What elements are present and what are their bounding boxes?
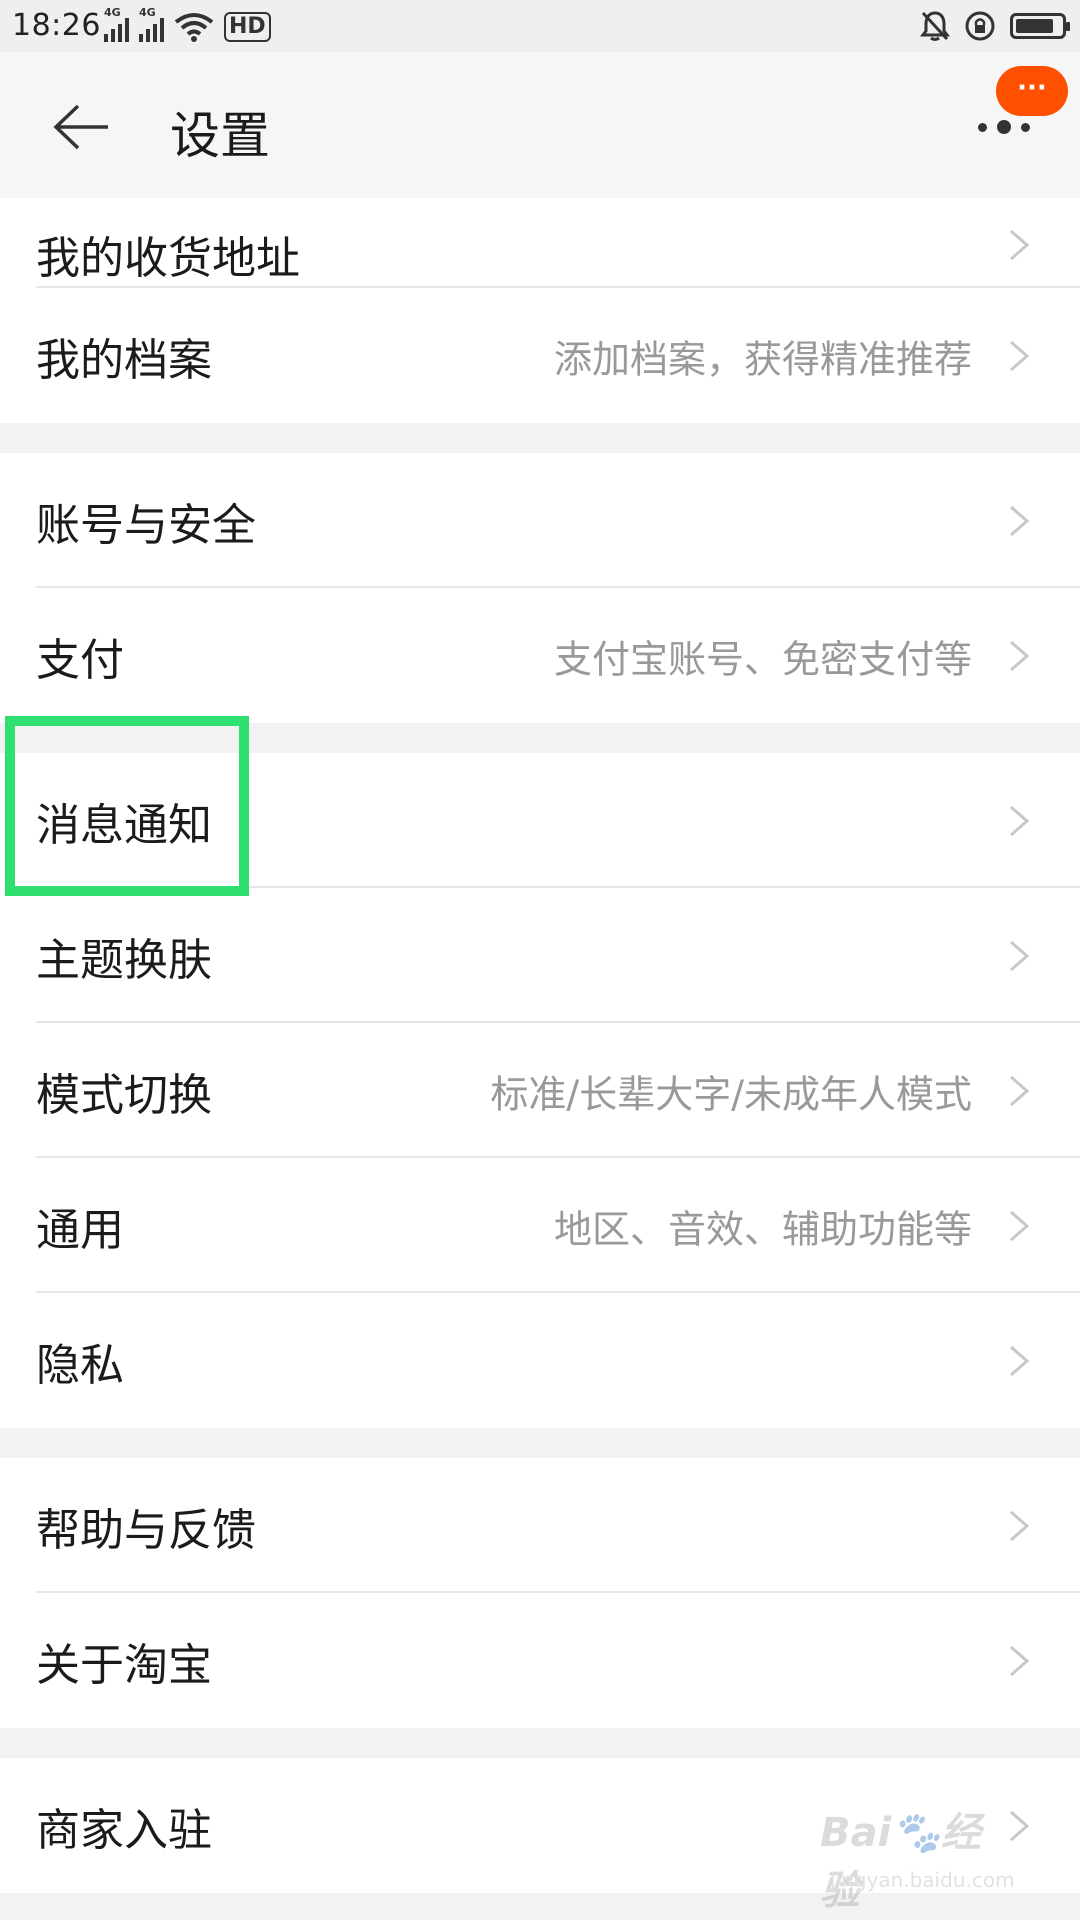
group-separator: [0, 423, 1080, 453]
settings-group: 帮助与反馈 关于淘宝: [0, 1458, 1080, 1728]
settings-row-label: 商家入驻: [36, 1804, 212, 1856]
settings-row[interactable]: 主题换肤: [0, 888, 1080, 1023]
settings-row[interactable]: 我的收货地址: [0, 198, 1080, 288]
settings-row[interactable]: 我的档案 添加档案，获得精准推荐: [0, 288, 1080, 423]
settings-row-label: 支付: [36, 634, 124, 686]
settings-row[interactable]: 关于淘宝: [0, 1593, 1080, 1728]
settings-group: 账号与安全支付 支付宝账号、免密支付等: [0, 453, 1080, 723]
hd-icon: HD: [224, 12, 271, 42]
settings-row[interactable]: 消息通知: [0, 753, 1080, 888]
settings-row[interactable]: 隐私: [0, 1293, 1080, 1428]
header-bar: 设置: [0, 52, 1080, 198]
network-type-label-2: 4G: [139, 6, 156, 19]
chevron-right-icon: [1008, 1644, 1030, 1678]
watermark-logo: Bai🐾经验 jingyan.baidu.com: [820, 1800, 1020, 1914]
network-type-label: 4G: [104, 6, 121, 19]
watermark-url: jingyan.baidu.com: [830, 1868, 1015, 1892]
settings-list: 我的收货地址 我的档案 添加档案，获得精准推荐账号与安全支付 支付宝账号、免密支付等消…: [0, 198, 1080, 1893]
chevron-right-icon: [1008, 1344, 1030, 1378]
settings-row-label: 账号与安全: [36, 499, 256, 551]
settings-row-description: 标准/长辈大字/未成年人模式: [490, 1072, 972, 1116]
settings-group: 我的收货地址 我的档案 添加档案，获得精准推荐: [0, 198, 1080, 423]
settings-row-label: 模式切换: [36, 1069, 212, 1121]
status-left-icons: 4G 4G HD: [104, 6, 271, 42]
settings-row-label: 我的收货地址: [36, 233, 300, 284]
battery-icon: [1010, 13, 1070, 39]
battery-level: [1016, 19, 1053, 33]
settings-row-label: 隐私: [36, 1339, 124, 1391]
settings-group: 消息通知主题换肤模式切换 标准/长辈大字/未成年人模式通用 地区、音效、辅助功能等隐…: [0, 753, 1080, 1428]
back-arrow-icon[interactable]: [52, 102, 112, 152]
settings-row-label: 消息通知: [36, 799, 212, 851]
signal-icon-2: 4G: [139, 6, 164, 42]
settings-row-label: 帮助与反馈: [36, 1504, 256, 1556]
settings-row[interactable]: 通用 地区、音效、辅助功能等: [0, 1158, 1080, 1293]
settings-row-description: 添加档案，获得精准推荐: [553, 337, 972, 381]
settings-row-label: 主题换肤: [36, 934, 212, 986]
settings-row[interactable]: 支付 支付宝账号、免密支付等: [0, 588, 1080, 723]
status-right-icons: [920, 10, 1070, 42]
settings-row-label: 通用: [36, 1204, 124, 1256]
chevron-right-icon: [1008, 939, 1030, 973]
chevron-right-icon: [1008, 1509, 1030, 1543]
settings-row-description: 地区、音效、辅助功能等: [553, 1207, 972, 1251]
group-separator: [0, 1428, 1080, 1458]
chevron-right-icon: [1008, 339, 1030, 373]
chevron-right-icon: [1008, 1209, 1030, 1243]
settings-row-label: 关于淘宝: [36, 1639, 212, 1691]
page-title: 设置: [170, 107, 270, 165]
chevron-right-icon: [1008, 1074, 1030, 1108]
status-time: 18:26: [12, 8, 101, 43]
chevron-right-icon: [1008, 639, 1030, 673]
group-separator: [0, 1728, 1080, 1758]
settings-row[interactable]: 账号与安全: [0, 453, 1080, 588]
settings-row-description: 支付宝账号、免密支付等: [553, 637, 972, 681]
status-bar: 18:26 4G 4G HD: [0, 0, 1080, 52]
notification-badge[interactable]: ···: [996, 66, 1068, 116]
group-separator: [0, 723, 1080, 753]
chevron-right-icon: [1008, 504, 1030, 538]
chevron-right-icon: [1008, 228, 1030, 262]
settings-row-label: 我的档案: [36, 334, 212, 386]
watermark-brand: Bai🐾经验: [820, 1810, 982, 1914]
rotation-lock-icon: [965, 11, 995, 41]
wifi-icon: [174, 13, 214, 42]
more-dots-icon[interactable]: [978, 120, 1030, 134]
settings-row[interactable]: 帮助与反馈: [0, 1458, 1080, 1593]
bell-muted-icon: [920, 11, 950, 41]
chevron-right-icon: [1008, 804, 1030, 838]
signal-icon: 4G: [104, 6, 129, 42]
settings-row[interactable]: 模式切换 标准/长辈大字/未成年人模式: [0, 1023, 1080, 1158]
